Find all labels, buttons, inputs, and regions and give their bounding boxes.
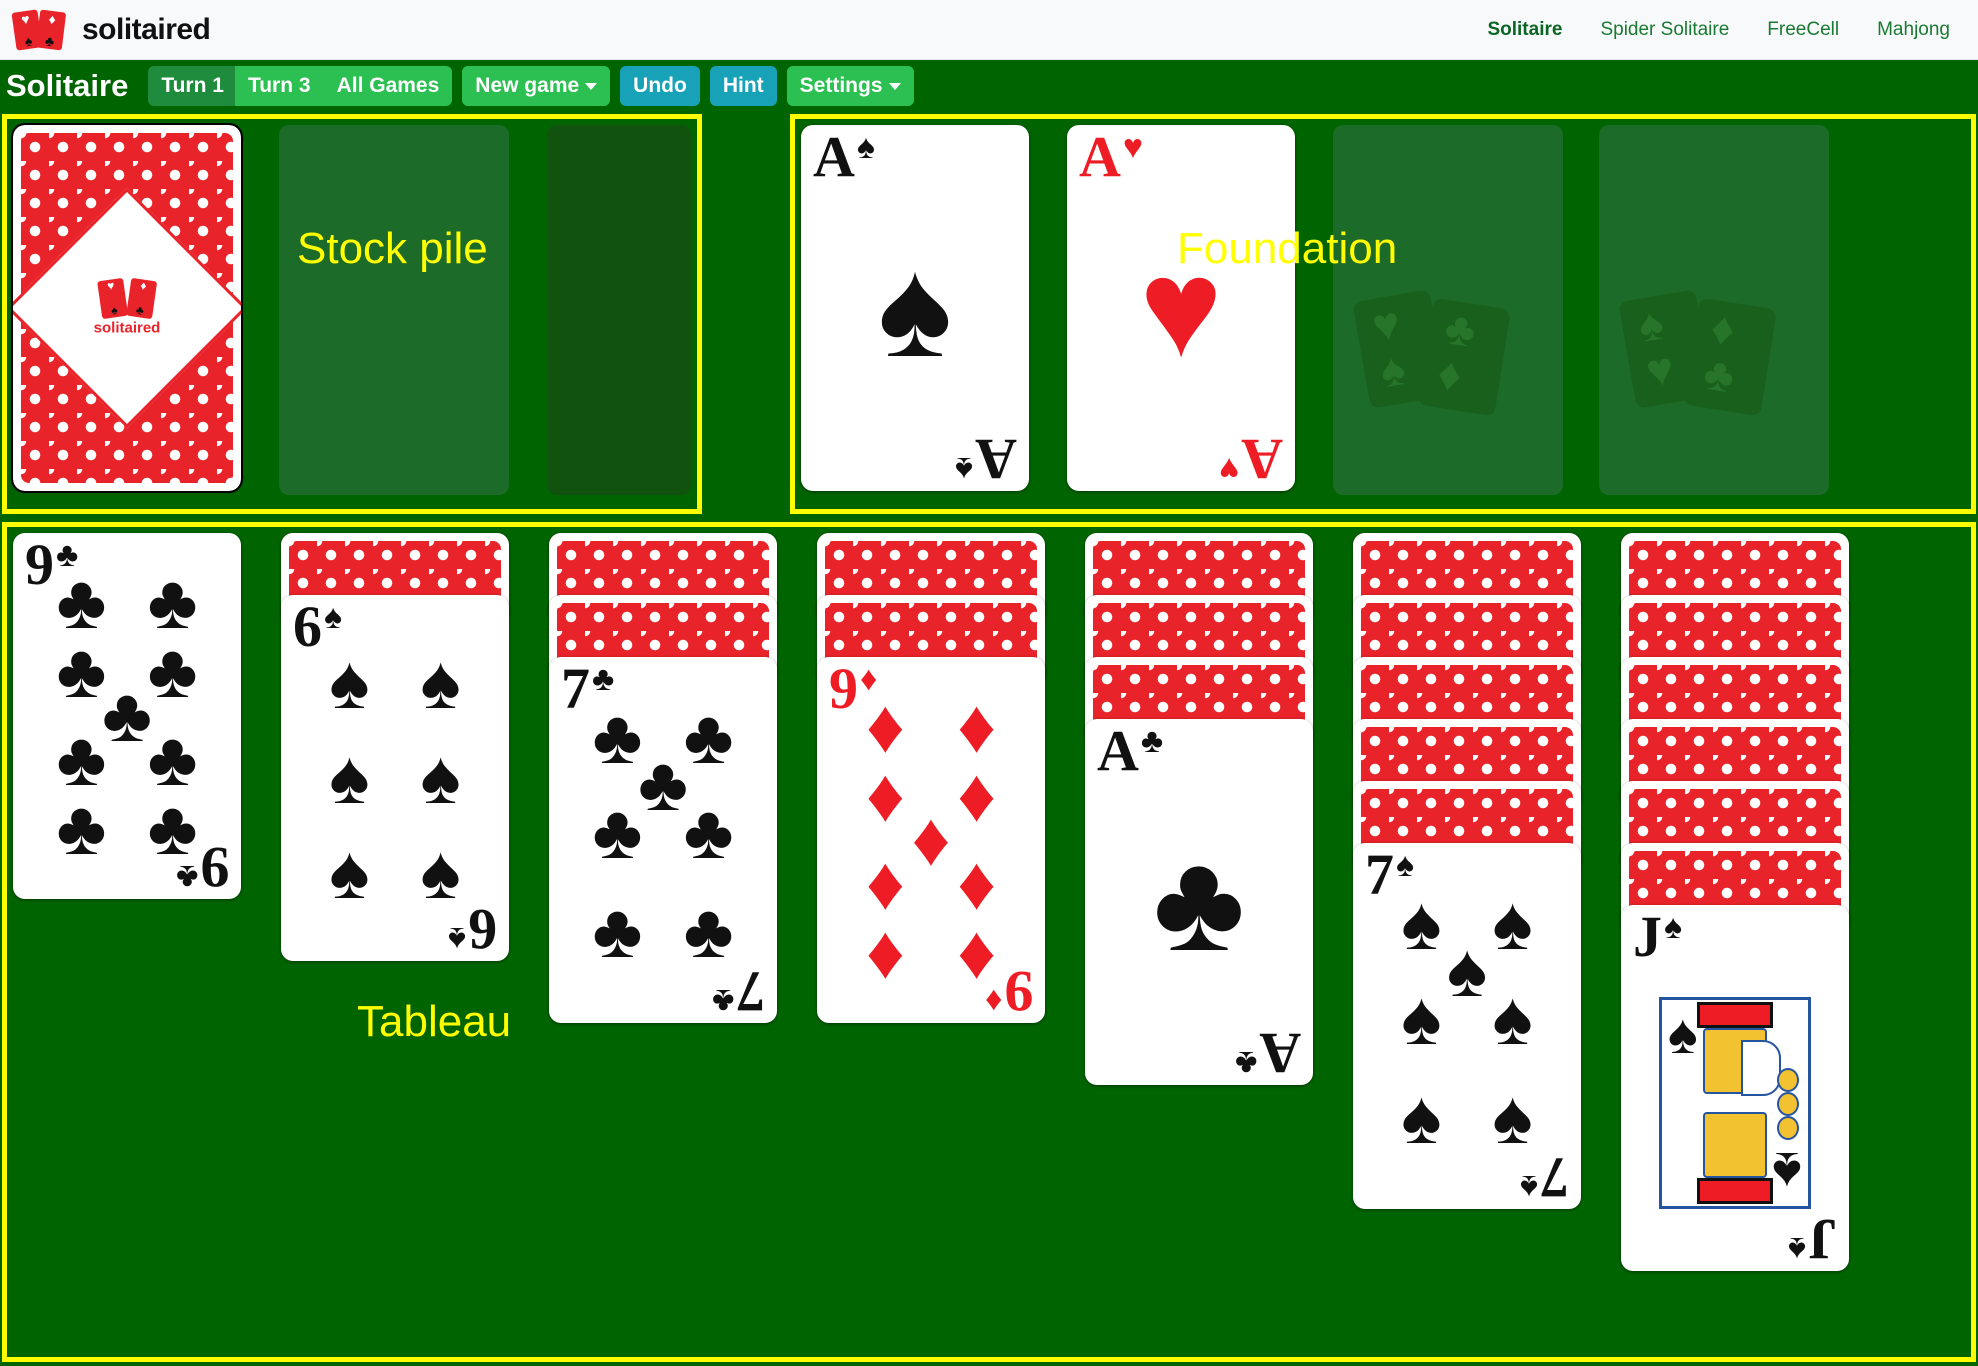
card-suit-icon: ♠ [447,920,466,957]
club-icon: ♣ [44,31,56,49]
faceup-card-7[interactable]: 7 ♣ ♣ ♣ ♣ ♣ ♣ ♣ ♣ 7 ♣ [549,657,777,1023]
tableau-zone: 9 ♣ ♣ ♣ ♣ ♣ ♣ ♣ ♣ ♣ ♣ 9 ♣ 6 ♠ ♠ ♠ ♠ ♠ ♠ ♠ 6 ♠ 7 ♣ ♣ ♣ ♣ ♣ ♣ ♣ ♣ 7 ♣ 9 ♦ ♦ ♦ ♦ ♦… [2,522,1976,1362]
card-back-icon: ♥ ♠ ♦ ♣ solitaired [13,125,241,491]
card-index-bottom-right: 7 ♠ [1519,1145,1569,1209]
game-toolbar: Solitaire Turn 1 Turn 3 All Games New ga… [0,60,1978,112]
court-suit-icon: ♠ [1772,1140,1802,1204]
spade-icon: ♠ [23,31,34,49]
hint-button[interactable]: Hint [709,66,777,106]
ghost-card-club-diamond-icon: ♣ ♦ [1417,297,1511,417]
faceup-card-6[interactable]: 6 ♠ ♠ ♠ ♠ ♠ ♠ ♠ 6 ♠ [281,595,509,961]
game-title: Solitaire [6,68,129,103]
card-index-bottom-right: 9 ♦ [984,959,1033,1023]
faceup-card-9[interactable]: 9 ♣ ♣ ♣ ♣ ♣ ♣ ♣ ♣ ♣ ♣ 9 ♣ [13,533,241,899]
tableau-label: Tableau [357,997,512,1046]
nav-link-spider-solitaire[interactable]: Spider Solitaire [1600,19,1729,41]
waste-pile-slot-extra [547,125,691,495]
top-navigation-bar: ♥ ♠ ♦ ♣ solitaired Solitaire Spider Soli… [0,0,1978,60]
faceup-card-A[interactable]: A ♣ ♣ A ♣ [1085,719,1313,1085]
stock-pile-zone: ♥ ♠ ♦ ♣ solitaired Stock pile [2,114,702,514]
card-index-bottom-right: 7 ♣ [711,959,765,1023]
card-rank: 6 [468,897,497,961]
card-rank: 7 [1540,1145,1569,1209]
settings-button[interactable]: Settings [786,66,914,106]
logo-cards-icon: ♥ ♠ ♦ ♣ [11,8,74,51]
faceup-card-J[interactable]: J ♠ ♠ ♠ J ♠ [1621,905,1849,1271]
brand-name: solitaired [82,12,211,46]
card-suit-icon: ♠ [1519,1168,1538,1205]
card-suit-icon: ♦ [984,982,1002,1019]
new-game-label: New game [475,74,580,98]
card-rank: 9 [1004,959,1033,1023]
foundation-pile-hearts[interactable]: A ♥ ♥ A ♥ [1067,125,1297,495]
card-suit-icon: ♣ [1234,1044,1258,1081]
card-index-bottom-right: A ♥ [1218,427,1283,491]
ghost-card-diamond-club-icon: ♦ ♣ [1683,297,1777,417]
new-game-button[interactable]: New game [462,66,611,106]
diamond-icon: ♦ [47,10,57,27]
foundation-pile-spades[interactable]: A ♠ ♠ A ♠ [801,125,1031,495]
chevron-down-icon [888,83,901,91]
court-suit-icon: ♠ [1668,1001,1698,1065]
card-index-bottom-right: A ♠ [955,427,1017,491]
logo-card-diamond-club-icon: ♦ ♣ [35,9,67,50]
nav-link-mahjong[interactable]: Mahjong [1877,19,1950,41]
stock-deck-slot[interactable]: ♥ ♠ ♦ ♣ solitaired [11,123,243,495]
card-rank: A [1259,1021,1301,1085]
card-suit-icon: ♠ [1664,909,1683,946]
card-ace-of-hearts[interactable]: A ♥ ♥ A ♥ [1067,125,1295,491]
nav-link-freecell[interactable]: FreeCell [1767,19,1839,41]
card-suit-icon: ♣ [175,858,198,895]
settings-label: Settings [799,74,883,98]
card-index-bottom-right: 9 ♣ [175,835,229,899]
card-index-bottom-right: A ♣ [1234,1021,1301,1085]
card-back-logo-text: solitaired [93,319,161,337]
faceup-card-7[interactable]: 7 ♠ ♠ ♠ ♠ ♠ ♠ ♠ ♠ 7 ♠ [1353,843,1581,1209]
foundation-pile-empty-3[interactable]: ♥ ♠ ♣ ♦ [1333,125,1563,495]
card-index-top-left: J ♠ [1633,905,1683,969]
faceup-card-9[interactable]: 9 ♦ ♦ ♦ ♦ ♦ ♦ ♦ ♦ ♦ ♦ 9 ♦ [817,657,1045,1023]
card-rank: J [1808,1207,1837,1271]
turn-mode-group: Turn 1 Turn 3 All Games [148,66,453,106]
card-index-bottom-right: 6 ♠ [447,897,497,961]
card-rank: 9 [200,835,229,899]
game-board: ♥ ♠ ♦ ♣ solitaired Stock pile A ♠ ♠ A ♠ … [0,112,1978,1366]
heart-icon: ♥ [20,10,31,28]
waste-pile-slot[interactable] [279,125,509,495]
card-rank: J [1633,905,1662,969]
stock-deck-card-back[interactable]: ♥ ♠ ♦ ♣ solitaired [11,123,243,493]
court-figure: ♠ ♠ [1659,996,1811,1209]
turn-3-button[interactable]: Turn 3 [234,66,324,106]
foundation-zone: A ♠ ♠ A ♠ A ♥ ♥ A ♥ ♥ ♠ ♣ ♦ ♠ ♥ ♦ ♣ Foun… [790,114,1976,514]
site-logo[interactable]: ♥ ♠ ♦ ♣ solitaired [11,8,211,51]
turn-1-button[interactable]: Turn 1 [148,66,235,106]
card-suit-icon: ♣ [711,982,734,1019]
chevron-down-icon [585,83,598,91]
undo-button[interactable]: Undo [620,66,700,106]
nav-links: Solitaire Spider Solitaire FreeCell Mahj… [1487,19,1950,41]
card-suit-icon: ♠ [1787,1230,1806,1267]
card-rank: 7 [736,959,765,1023]
card-ace-of-spades[interactable]: A ♠ ♠ A ♠ [801,125,1029,491]
nav-link-solitaire[interactable]: Solitaire [1487,19,1562,41]
card-index-bottom-right: J ♠ [1787,1207,1837,1271]
all-games-button[interactable]: All Games [323,66,453,106]
foundation-pile-empty-4[interactable]: ♠ ♥ ♦ ♣ [1599,125,1829,495]
